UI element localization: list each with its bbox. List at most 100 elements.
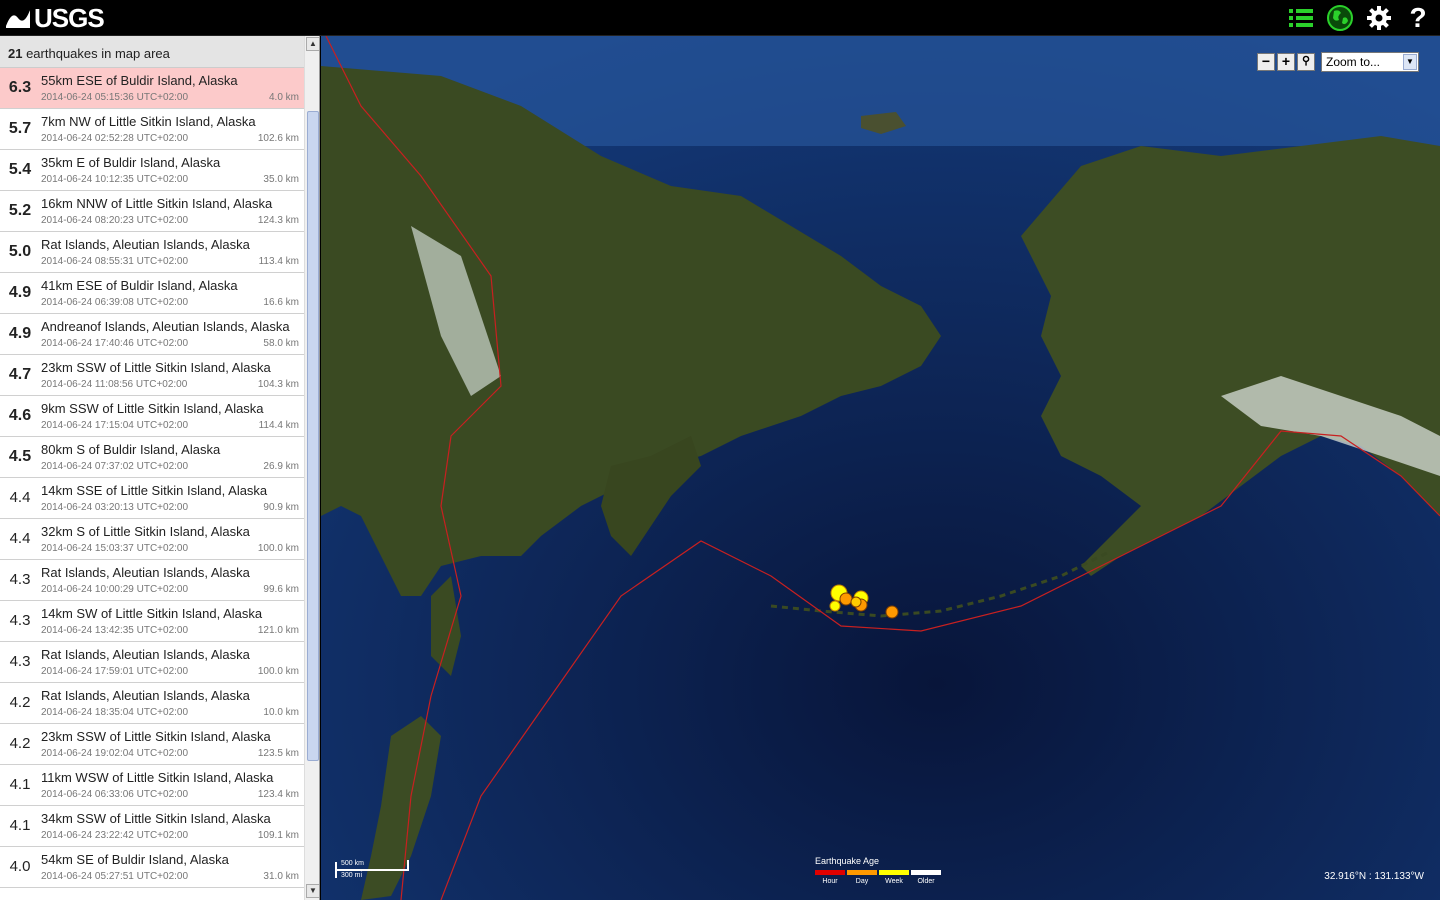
earthquake-list-item[interactable]: 4.4 14km SSE of Little Sitkin Island, Ala…	[0, 478, 304, 519]
earthquake-place: 9km SSW of Little Sitkin Island, Alaska	[41, 401, 264, 416]
count-suffix: earthquakes in map area	[22, 46, 170, 61]
globe-icon[interactable]	[1325, 3, 1355, 33]
earthquake-list-item[interactable]: 4.6 9km SSW of Little Sitkin Island, Alas…	[0, 396, 304, 437]
earthquake-depth: 35.0 km	[263, 174, 299, 185]
earthquake-list-item[interactable]: 4.7 23km SSW of Little Sitkin Island, Ala…	[0, 355, 304, 396]
earthquake-list-item[interactable]: 4.3 Rat Islands, Aleutian Islands, Alaska…	[0, 642, 304, 683]
earthquake-marker[interactable]	[839, 592, 853, 606]
earthquake-list-item[interactable]: 4.4 32km S of Little Sitkin Island, Alask…	[0, 519, 304, 560]
earthquake-list-item[interactable]: 5.7 7km NW of Little Sitkin Island, Alask…	[0, 109, 304, 150]
earthquake-list-item[interactable]: 6.3 55km ESE of Buldir Island, Alaska 2014…	[0, 68, 304, 109]
magnitude: 4.4	[9, 489, 31, 506]
magnitude: 4.3	[9, 653, 31, 670]
zoom-in-button[interactable]: +	[1277, 53, 1295, 71]
gear-icon[interactable]	[1364, 3, 1394, 33]
earthquake-marker[interactable]	[829, 600, 841, 612]
earthquake-depth: 16.6 km	[263, 297, 299, 308]
earthquake-list-item[interactable]: 4.9 Andreanof Islands, Aleutian Islands, …	[0, 314, 304, 355]
earthquake-time: 2014-06-24 05:27:51 UTC+02:00	[41, 871, 189, 882]
earthquake-place: 54km SE of Buldir Island, Alaska	[41, 852, 229, 867]
earthquake-time: 2014-06-24 17:59:01 UTC+02:00	[41, 666, 189, 677]
legend-label: Day	[855, 878, 869, 885]
earthquake-marker[interactable]	[850, 596, 862, 608]
earthquake-list-item[interactable]: 4.5 80km S of Buldir Island, Alaska 2014-0…	[0, 437, 304, 478]
scroll-thumb[interactable]	[307, 111, 319, 761]
scale-bar: 500 km 300 mi	[335, 856, 411, 882]
earthquake-markers	[829, 584, 899, 619]
earthquake-marker[interactable]	[885, 605, 899, 619]
earthquake-depth: 90.9 km	[263, 502, 299, 513]
magnitude: 4.3	[9, 571, 31, 588]
earthquake-place: 32km S of Little Sitkin Island, Alaska	[41, 524, 250, 539]
list-scrollbar[interactable]: ▲ ▼	[304, 36, 319, 900]
earthquake-time: 2014-06-24 10:12:35 UTC+02:00	[41, 174, 189, 185]
scale-km: 500 km	[341, 860, 364, 867]
earthquake-time: 2014-06-24 23:22:42 UTC+02:00	[41, 830, 189, 841]
earthquake-list: 6.3 55km ESE of Buldir Island, Alaska 2014…	[0, 68, 304, 888]
legend-title: Earthquake Age	[815, 856, 880, 866]
zoom-out-button[interactable]: −	[1257, 53, 1275, 71]
earthquake-time: 2014-06-24 07:37:02 UTC+02:00	[41, 461, 189, 472]
map-view[interactable]: − + ⚲ Zoom to... ▼ 500 km 300 mi Earthqu…	[321, 36, 1440, 900]
earthquake-depth: 121.0 km	[257, 625, 299, 636]
earthquake-depth: 104.3 km	[257, 379, 299, 390]
earthquake-place: 41km ESE of Buldir Island, Alaska	[41, 278, 238, 293]
magnitude: 4.1	[9, 817, 31, 834]
logo-text: USGS	[34, 2, 105, 33]
earthquake-depth: 123.5 km	[257, 748, 299, 759]
magnitude: 4.1	[9, 776, 31, 793]
earthquake-list-item[interactable]: 5.4 35km E of Buldir Island, Alaska 2014-0…	[0, 150, 304, 191]
earthquake-depth: 114.4 km	[258, 420, 299, 431]
earthquake-time: 2014-06-24 18:35:04 UTC+02:00	[41, 707, 189, 718]
earthquake-place: Rat Islands, Aleutian Islands, Alaska	[41, 565, 250, 580]
legend-swatch	[879, 870, 909, 875]
earthquake-list-panel: 21 earthquakes in map area 6.3 55km ESE o…	[0, 36, 320, 900]
zoom-to-select[interactable]: Zoom to... ▼	[1321, 52, 1419, 72]
earthquake-list-item[interactable]: 4.3 14km SW of Little Sitkin Island, Alas…	[0, 601, 304, 642]
earthquake-place: 14km SSE of Little Sitkin Island, Alaska	[41, 483, 268, 498]
magnitude: 4.4	[9, 530, 31, 547]
earthquake-time: 2014-06-24 13:42:35 UTC+02:00	[41, 625, 189, 636]
earthquake-place: 7km NW of Little Sitkin Island, Alaska	[41, 114, 256, 129]
earthquake-depth: 100.0 km	[257, 666, 299, 677]
earthquake-list-item[interactable]: 4.1 34km SSW of Little Sitkin Island, Ala…	[0, 806, 304, 847]
earthquake-place: Rat Islands, Aleutian Islands, Alaska	[41, 237, 250, 252]
earthquake-list-item[interactable]: 5.2 16km NNW of Little Sitkin Island, Ala…	[0, 191, 304, 232]
chevron-down-icon: ▼	[1403, 54, 1417, 70]
earthquake-time: 2014-06-24 06:33:06 UTC+02:00	[41, 789, 189, 800]
earthquake-depth: 4.0 km	[268, 92, 299, 103]
magnitude: 5.7	[8, 120, 32, 137]
legend-label: Week	[885, 878, 903, 885]
magnitude: 4.9	[8, 284, 32, 301]
earthquake-place: Rat Islands, Aleutian Islands, Alaska	[41, 688, 250, 703]
earthquake-time: 2014-06-24 08:20:23 UTC+02:00	[41, 215, 189, 226]
earthquake-list-item[interactable]: 4.3 Rat Islands, Aleutian Islands, Alaska…	[0, 560, 304, 601]
earthquake-age-legend: Earthquake Age Hour Day Week Older	[813, 854, 943, 890]
earthquake-list-item[interactable]: 4.2 23km SSW of Little Sitkin Island, Ala…	[0, 724, 304, 765]
list-icon[interactable]	[1286, 3, 1316, 33]
earthquake-depth: 100.0 km	[257, 543, 299, 554]
earthquake-depth: 10.0 km	[263, 707, 299, 718]
help-icon[interactable]: ?	[1403, 2, 1433, 33]
earthquake-place: 23km SSW of Little Sitkin Island, Alaska	[41, 360, 271, 375]
earthquake-place: 34km SSW of Little Sitkin Island, Alaska	[41, 811, 271, 826]
magnifier-icon[interactable]: ⚲	[1297, 53, 1315, 71]
earthquake-list-item[interactable]: 4.1 11km WSW of Little Sitkin Island, Ala…	[0, 765, 304, 806]
earthquake-depth: 102.6 km	[257, 133, 299, 144]
cursor-coordinates: 32.916°N : 131.133°W	[1324, 871, 1424, 882]
earthquake-list-item[interactable]: 4.9 41km ESE of Buldir Island, Alaska 2014…	[0, 273, 304, 314]
scroll-up-icon[interactable]: ▲	[306, 37, 319, 51]
earthquake-time: 2014-06-24 11:08:56 UTC+02:00	[41, 379, 188, 390]
earthquake-depth: 124.3 km	[257, 215, 299, 226]
earthquake-time: 2014-06-24 17:40:46 UTC+02:00	[41, 338, 189, 349]
magnitude: 4.2	[9, 735, 31, 752]
magnitude: 4.3	[9, 612, 31, 629]
zoom-to-label: Zoom to...	[1326, 55, 1381, 69]
usgs-logo[interactable]: USGS	[4, 2, 105, 33]
earthquake-list-item[interactable]: 5.0 Rat Islands, Aleutian Islands, Alaska…	[0, 232, 304, 273]
earthquake-time: 2014-06-24 15:03:37 UTC+02:00	[41, 543, 189, 554]
scroll-down-icon[interactable]: ▼	[306, 884, 319, 898]
earthquake-list-item[interactable]: 4.2 Rat Islands, Aleutian Islands, Alaska…	[0, 683, 304, 724]
earthquake-list-item[interactable]: 4.0 54km SE of Buldir Island, Alaska 2014-…	[0, 847, 304, 888]
earthquake-place: Rat Islands, Aleutian Islands, Alaska	[41, 647, 250, 662]
